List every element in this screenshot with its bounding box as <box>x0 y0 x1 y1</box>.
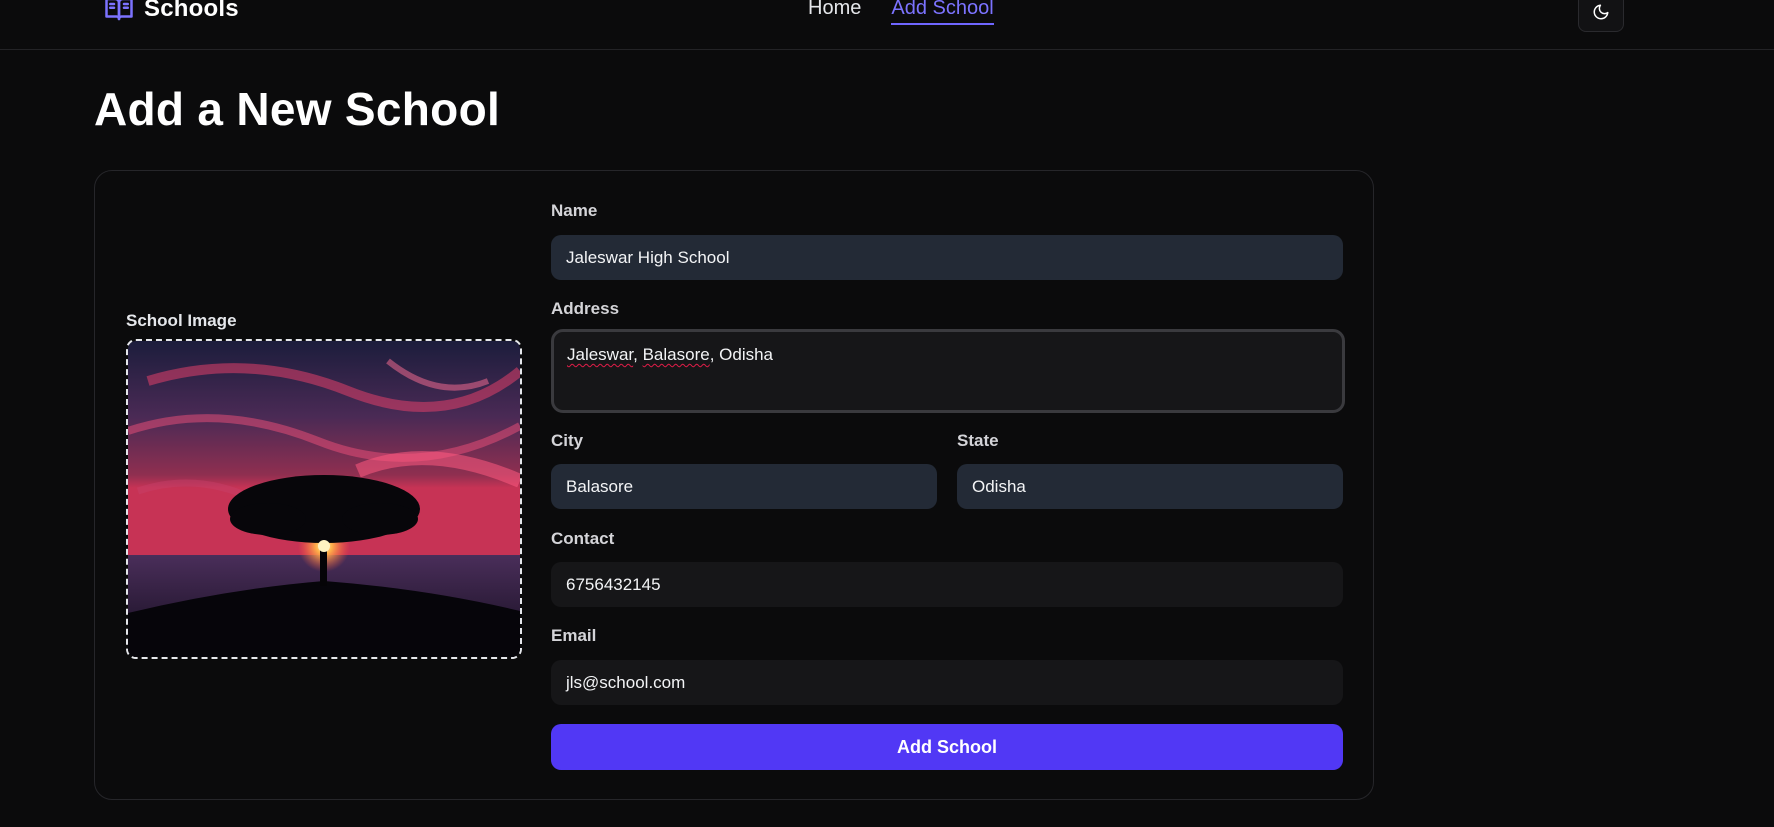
city-label: City <box>551 431 584 450</box>
moon-icon <box>1592 3 1610 26</box>
state-label: State <box>957 431 999 450</box>
brand-name: Schools <box>144 0 239 22</box>
state-input[interactable]: Odisha <box>957 464 1343 509</box>
address-textarea[interactable]: Jaleswar, Balasore, Odisha <box>551 329 1345 413</box>
email-label: Email <box>551 626 597 645</box>
tree-sunset-image <box>128 341 520 657</box>
nav-add-school-link[interactable]: Add School <box>891 0 994 25</box>
address-part-4: , Odisha <box>709 345 774 364</box>
name-input[interactable]: Jaleswar High School <box>551 235 1343 280</box>
add-school-form: School Image Name Jaleswar High School A… <box>94 170 1374 800</box>
school-image-dropzone[interactable] <box>126 339 522 659</box>
book-icon <box>104 0 134 24</box>
address-part-1: Jaleswar <box>567 345 634 364</box>
address-label: Address <box>551 299 620 318</box>
name-label: Name <box>551 201 598 220</box>
contact-input[interactable]: 6756432145 <box>551 562 1343 607</box>
add-school-submit-button[interactable]: Add School <box>551 724 1343 770</box>
school-image-label: School Image <box>126 311 237 330</box>
main-nav: Home Add School <box>808 0 994 25</box>
address-part-2: , <box>633 345 643 364</box>
email-input[interactable]: jls@school.com <box>551 660 1343 705</box>
top-navbar: Schools Home Add School <box>0 0 1774 50</box>
brand[interactable]: Schools <box>104 0 239 24</box>
nav-home-link[interactable]: Home <box>808 0 861 25</box>
theme-toggle-button[interactable] <box>1578 0 1624 32</box>
page-title: Add a New School <box>94 83 501 135</box>
address-part-3: Balasore <box>642 345 710 364</box>
city-input[interactable]: Balasore <box>551 464 937 509</box>
contact-label: Contact <box>551 529 615 548</box>
